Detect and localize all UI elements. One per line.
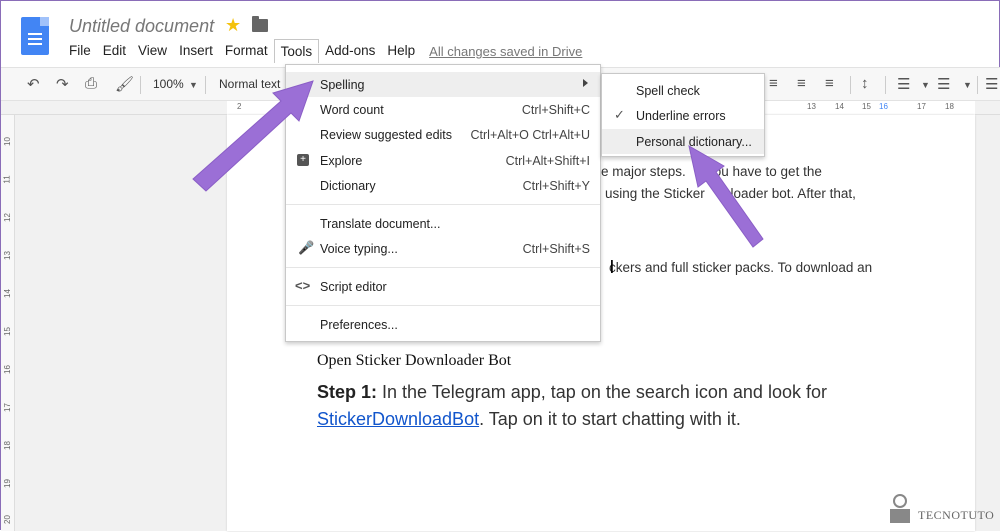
annotation-arrows [192, 80, 764, 248]
arrow-to-personal-dictionary [688, 145, 764, 248]
watermark: TECNOTUTO [886, 491, 994, 532]
watermark-logo-icon [890, 494, 910, 523]
watermark-text: TECNOTUTO [918, 508, 995, 522]
arrow-to-spelling [192, 80, 314, 192]
